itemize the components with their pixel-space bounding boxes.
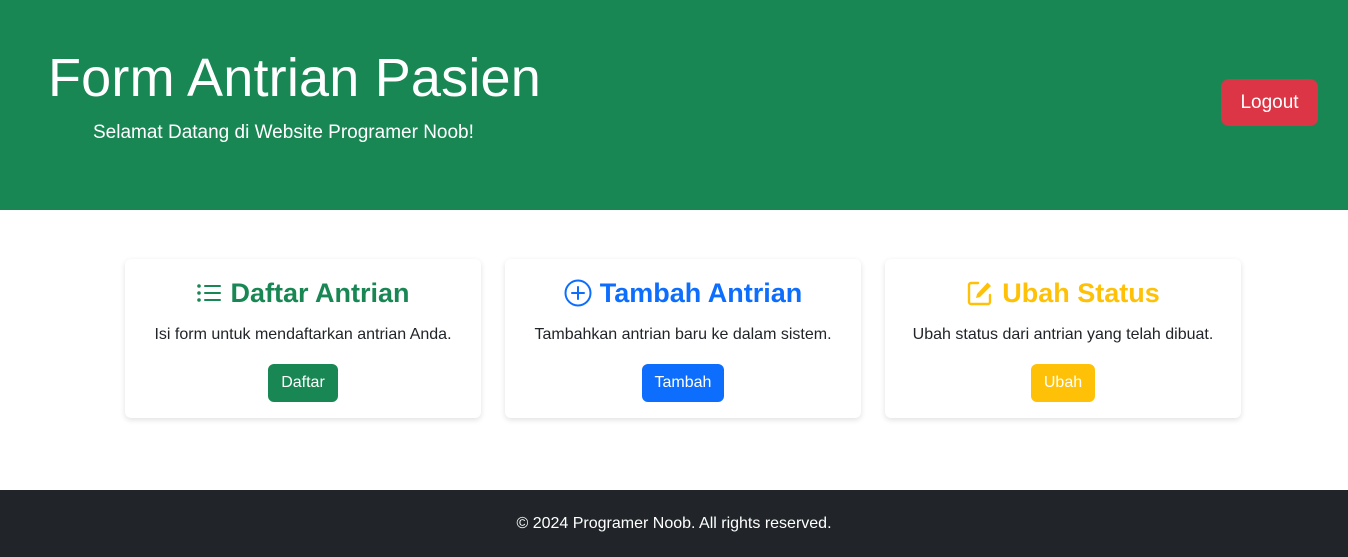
tambah-button[interactable]: Tambah	[642, 364, 724, 402]
ubah-button[interactable]: Ubah	[1031, 364, 1095, 402]
card-description: Isi form untuk mendaftarkan antrian Anda…	[154, 326, 452, 343]
card-title: Daftar Antrian	[230, 277, 410, 308]
card-title-row: Tambah Antrian	[505, 276, 861, 310]
page-footer: © 2024 Programer Noob. All rights reserv…	[0, 490, 1348, 557]
list-icon	[197, 284, 222, 302]
footer-copyright: © 2024 Programer Noob. All rights reserv…	[516, 514, 832, 532]
card-title-row: Daftar Antrian	[125, 276, 481, 310]
card-description: Ubah status dari antrian yang telah dibu…	[912, 326, 1214, 343]
card-title: Tambah Antrian	[599, 277, 803, 308]
plus-circle-icon	[564, 279, 592, 307]
daftar-button[interactable]: Daftar	[268, 364, 338, 402]
card-title-row: Ubah Status	[885, 276, 1241, 310]
card-description: Tambahkan antrian baru ke dalam sistem.	[534, 326, 832, 343]
edit-icon	[968, 281, 992, 306]
card-daftar-antrian: Daftar Antrian Isi form untuk mendaftark…	[125, 259, 481, 418]
card-title: Ubah Status	[1002, 277, 1160, 308]
page-header: Form Antrian Pasien Selamat Datang di We…	[0, 0, 1348, 210]
card-tambah-antrian: Tambah Antrian Tambahkan antrian baru ke…	[505, 259, 861, 418]
page-subtitle: Selamat Datang di Website Programer Noob…	[93, 122, 474, 143]
card-ubah-status: Ubah Status Ubah status dari antrian yan…	[885, 259, 1241, 418]
page-title: Form Antrian Pasien	[48, 48, 542, 108]
logout-button[interactable]: Logout	[1221, 79, 1318, 126]
